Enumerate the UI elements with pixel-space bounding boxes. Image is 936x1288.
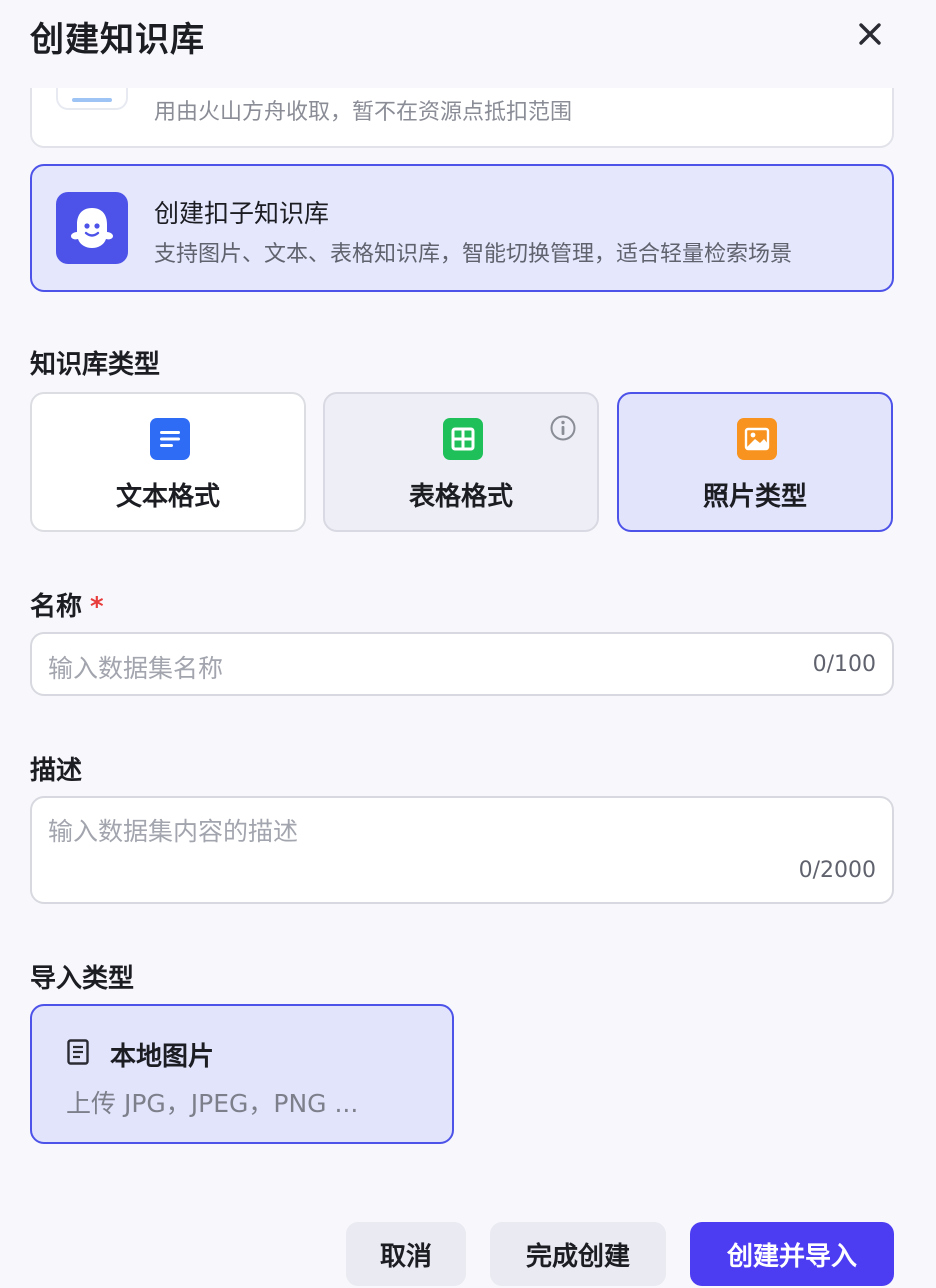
close-button[interactable] [852, 16, 888, 52]
import-type-label: 导入类型 [30, 964, 135, 994]
dialog-title: 创建知识库 [30, 20, 205, 60]
kb-type-label-image: 照片类型 [702, 482, 807, 512]
import-local-images[interactable]: 本地图片 上传 JPG，JPEG，PNG ... [30, 1004, 454, 1144]
document-icon [67, 1039, 89, 1065]
info-icon[interactable] [549, 414, 577, 442]
create-and-import-button[interactable]: 创建并导入 [690, 1222, 894, 1286]
kb-type-label-table: 表格格式 [408, 482, 513, 512]
desc-char-counter: 0/2000 [798, 858, 876, 883]
name-placeholder: 输入数据集名称 [48, 654, 224, 683]
kb-type-text[interactable]: 文本格式 [30, 392, 306, 532]
name-label-text: 名称 [30, 592, 83, 622]
knowledge-option-coze[interactable]: 创建扣子知识库 支持图片、文本、表格知识库，智能切换管理，适合轻量检索场景 [30, 164, 894, 292]
kb-type-table[interactable]: 表格格式 [323, 392, 599, 532]
kb-type-label-text: 文本格式 [115, 482, 220, 512]
dialog-body[interactable]: 用由火山方舟收取，暂不在资源点抵扣范围 创建扣子知识库 支持图片、文本、表格知识… [0, 88, 936, 1200]
option-desc: 支持图片、文本、表格知识库，智能切换管理，适合轻量检索场景 [154, 242, 793, 267]
text-doc-icon [150, 418, 190, 460]
desc-placeholder: 输入数据集内容的描述 [48, 817, 299, 846]
close-icon [859, 23, 881, 45]
name-char-counter: 0/100 [812, 652, 876, 677]
desc-label: 描述 [30, 756, 83, 786]
name-input[interactable]: 输入数据集名称 0/100 [30, 632, 894, 696]
required-mark: * [90, 592, 104, 622]
option-desc: 用由火山方舟收取，暂不在资源点抵扣范围 [154, 100, 573, 125]
table-icon [443, 418, 483, 460]
coze-ghost-icon [56, 192, 128, 264]
description-textarea[interactable]: 输入数据集内容的描述 0/2000 [30, 796, 894, 904]
knowledge-option-volcano[interactable]: 用由火山方舟收取，暂不在资源点抵扣范围 [30, 88, 894, 148]
name-label: 名称 * [30, 586, 104, 623]
volcano-logo-icon [56, 88, 128, 110]
import-title: 本地图片 [110, 1042, 215, 1072]
kb-type-label: 知识库类型 [30, 350, 161, 380]
image-icon [737, 418, 777, 460]
cancel-button[interactable]: 取消 [346, 1222, 466, 1286]
kb-type-image[interactable]: 照片类型 [617, 392, 893, 532]
finish-create-button[interactable]: 完成创建 [490, 1222, 666, 1286]
import-desc: 上传 JPG，JPEG，PNG ... [66, 1089, 359, 1118]
option-title: 创建扣子知识库 [154, 199, 330, 228]
